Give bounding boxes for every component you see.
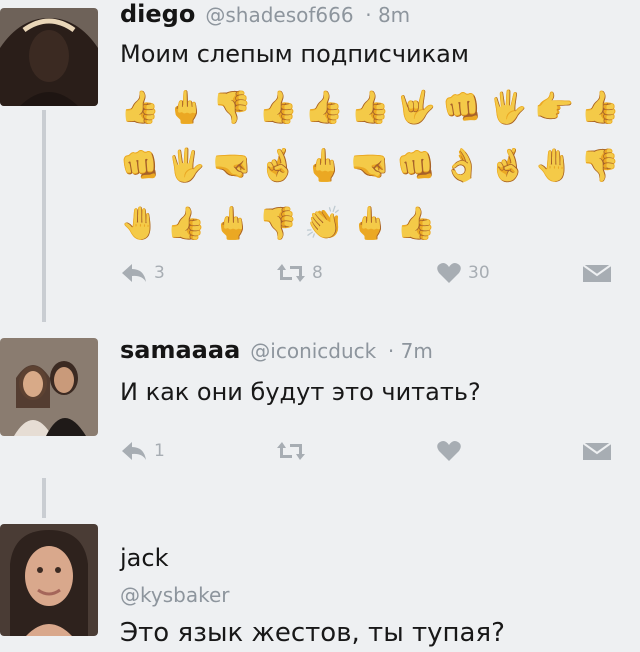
hand-gesture-emoji: 👏: [304, 204, 344, 242]
hand-gesture-emoji: 👍: [258, 88, 298, 126]
hand-gesture-emoji: 🖐: [488, 88, 528, 126]
hand-gesture-emoji: 🤞: [258, 146, 298, 184]
user-handle[interactable]: @iconicduck: [250, 339, 376, 363]
direct-message-button[interactable]: [582, 440, 612, 462]
direct-message-button[interactable]: [582, 262, 612, 284]
tweet-jack: jack @kysbaker Это язык жестов, ты тупая…: [0, 520, 640, 652]
hand-gesture-emoji: 👉: [534, 88, 574, 126]
retweet-button[interactable]: 8: [276, 262, 323, 284]
hand-gesture-emoji: 🤜: [212, 146, 252, 184]
reply-icon: [122, 442, 146, 460]
emoji-block: 👍 🖕 👎 👍 👍 👍 🤟 👊 🖐 👉 👍 👊 🖐 🤜 🤞 🖕 🤜 👊 👌 🤞 🤚 👎 🤚 👍 🖕 👎 👏 🖕 👍: [118, 78, 622, 252]
tweet-header-handle: @kysbaker: [120, 580, 229, 608]
hand-gesture-emoji: 🤟: [396, 88, 436, 126]
user-name[interactable]: jack: [120, 544, 168, 572]
reply-button[interactable]: 3: [120, 262, 165, 284]
hand-gesture-emoji: 🤜: [350, 146, 390, 184]
reply-count: 3: [154, 263, 165, 283]
like-icon: [437, 441, 461, 461]
hand-gesture-emoji: 🤞: [488, 146, 528, 184]
tweet-header: samaaaa @iconicduck · 7m: [120, 336, 433, 364]
retweet-icon: [277, 264, 305, 282]
hand-gesture-emoji: 🖕: [304, 146, 344, 184]
user-name[interactable]: samaaaa: [120, 336, 240, 364]
tweet-actions: 3 8 30: [120, 262, 620, 292]
avatar-samaaaa[interactable]: [0, 338, 98, 436]
thread-line: [42, 478, 46, 518]
timestamp[interactable]: · 8m: [365, 3, 410, 27]
user-handle[interactable]: @shadesof666: [205, 3, 353, 27]
hand-gesture-emoji: 👊: [120, 146, 160, 184]
tweet-text: Моим слепым подписчикам: [120, 40, 469, 68]
timestamp[interactable]: · 7m: [388, 339, 433, 363]
avatar-diego[interactable]: [0, 8, 98, 106]
tweet-text: И как они будут это читать?: [120, 378, 481, 406]
tweet-header: jack: [120, 544, 168, 572]
hand-gesture-emoji: 🖕: [166, 88, 206, 126]
reply-button[interactable]: 1: [120, 440, 165, 462]
tweet-diego: diego @shadesof666 · 8m Моим слепым подпи…: [0, 0, 640, 330]
user-name[interactable]: diego: [120, 0, 195, 28]
hand-gesture-emoji: 👍: [166, 204, 206, 242]
retweet-icon: [277, 442, 305, 460]
emoji-row: 👊 🖐 🤜 🤞 🖕 🤜 👊 👌 🤞 🤚 👎: [118, 136, 622, 194]
hand-gesture-emoji: 👍: [304, 88, 344, 126]
hand-gesture-emoji: 👎: [580, 146, 620, 184]
direct-message-icon: [582, 442, 612, 460]
like-icon: [437, 263, 461, 283]
retweet-button[interactable]: [276, 440, 306, 462]
like-button[interactable]: 30: [436, 262, 490, 284]
hand-gesture-emoji: 👊: [442, 88, 482, 126]
emoji-row: 👍 🖕 👎 👍 👍 👍 🤟 👊 🖐 👉 👍: [118, 78, 622, 136]
avatar-jack[interactable]: [0, 524, 98, 636]
reply-count: 1: [154, 441, 165, 461]
hand-gesture-emoji: 👌: [442, 146, 482, 184]
hand-gesture-emoji: 👍: [120, 88, 160, 126]
emoji-row: 🤚 👍 🖕 👎 👏 🖕 👍: [118, 194, 622, 252]
hand-gesture-emoji: 🤚: [534, 146, 574, 184]
thread-line: [42, 110, 46, 322]
like-count: 30: [468, 263, 490, 283]
retweet-count: 8: [312, 263, 323, 283]
hand-gesture-emoji: 👍: [350, 88, 390, 126]
user-handle[interactable]: @kysbaker: [120, 583, 229, 607]
hand-gesture-emoji: 👎: [212, 88, 252, 126]
hand-gesture-emoji: 👊: [396, 146, 436, 184]
hand-gesture-emoji: 🖕: [350, 204, 390, 242]
hand-gesture-emoji: 🤚: [120, 204, 160, 242]
hand-gesture-emoji: 👍: [396, 204, 436, 242]
hand-gesture-emoji: 🖕: [212, 204, 252, 242]
hand-gesture-emoji: 👍: [580, 88, 620, 126]
tweet-samaaaa: samaaaa @iconicduck · 7m И как они будут …: [0, 330, 640, 520]
hand-gesture-emoji: 🖐: [166, 146, 206, 184]
hand-gesture-emoji: 👎: [258, 204, 298, 242]
tweet-header: diego @shadesof666 · 8m: [120, 0, 410, 28]
tweet-text: Это язык жестов, ты тупая?: [120, 618, 505, 648]
like-button[interactable]: [436, 440, 462, 462]
tweet-actions: 1: [120, 440, 620, 470]
direct-message-icon: [582, 264, 612, 282]
reply-icon: [122, 264, 146, 282]
